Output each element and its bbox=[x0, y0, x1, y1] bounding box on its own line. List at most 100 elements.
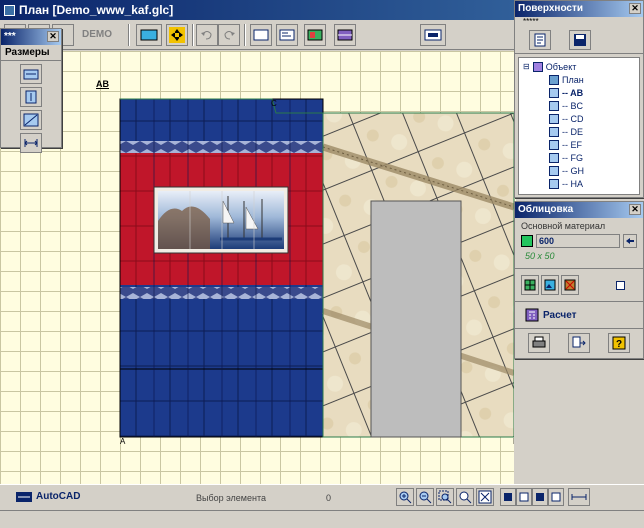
redo-button[interactable] bbox=[218, 24, 240, 46]
texture-icon bbox=[307, 29, 323, 41]
corner-label-c: C bbox=[271, 99, 277, 108]
view-mode-4-button[interactable] bbox=[548, 488, 564, 506]
demo-label: DEMO bbox=[82, 29, 112, 40]
tree-item-de[interactable]: -- DE bbox=[549, 125, 583, 138]
distance-dimension-icon bbox=[24, 139, 38, 147]
facing-panel: Облицовка ✕ Основной материал 600 50 x 5… bbox=[514, 201, 644, 359]
close-icon[interactable]: ✕ bbox=[47, 31, 59, 42]
plan-icon bbox=[549, 74, 559, 85]
view-mode-1-button[interactable] bbox=[500, 488, 516, 506]
blue-red-tile-area[interactable] bbox=[119, 98, 324, 438]
svg-text:?: ? bbox=[616, 339, 622, 350]
move-arrows-icon bbox=[169, 27, 185, 43]
close-icon[interactable]: ✕ bbox=[629, 204, 641, 215]
calc-button[interactable]: Расчет bbox=[515, 302, 643, 329]
sizes-palette-titlebar[interactable]: *** ✕ bbox=[1, 29, 61, 45]
horizontal-size-button[interactable] bbox=[20, 64, 42, 84]
right-empty-area bbox=[514, 360, 644, 484]
measure-icon bbox=[571, 494, 587, 500]
zoom-in-button[interactable] bbox=[396, 488, 414, 506]
grid-icon bbox=[524, 279, 536, 291]
close-icon[interactable]: ✕ bbox=[629, 3, 641, 14]
view-mode-3-button[interactable] bbox=[532, 488, 548, 506]
sizes-palette: *** ✕ Размеры bbox=[0, 28, 62, 153]
wall-elevation-drawing[interactable] bbox=[0, 51, 516, 484]
wall-icon bbox=[549, 126, 559, 137]
material-label: Основной материал bbox=[521, 221, 606, 231]
tree-item-cd[interactable]: -- CD bbox=[549, 112, 584, 125]
tree-item-object[interactable]: ⊟ Объект bbox=[523, 60, 576, 73]
window-title: План [Demo_www_kaf.glc] bbox=[19, 3, 174, 17]
status-count: 0 bbox=[326, 493, 332, 503]
zoom-all-button[interactable] bbox=[456, 488, 474, 506]
window-icon[interactable] bbox=[4, 4, 15, 16]
toolbar-separator bbox=[192, 24, 194, 46]
rectangle-view-button[interactable] bbox=[136, 24, 162, 46]
surfaces-panel-titlebar[interactable]: Поверхности ✕ bbox=[515, 1, 643, 17]
toolbar-separator bbox=[244, 24, 246, 46]
status-message: Выбор элемента bbox=[196, 493, 266, 503]
autocad-export[interactable]: AutoCAD bbox=[16, 491, 80, 502]
layout-remove-button[interactable] bbox=[561, 275, 579, 295]
texture-button[interactable] bbox=[304, 24, 326, 46]
surfaces-tree[interactable]: ⊟ Объект План -- AB -- BC -- CD -- DE --… bbox=[518, 57, 640, 195]
tree-item-fg[interactable]: -- FG bbox=[549, 151, 583, 164]
decor-panel[interactable] bbox=[153, 186, 289, 254]
tree-item-ef[interactable]: -- EF bbox=[549, 138, 582, 151]
wall-icon bbox=[549, 165, 559, 176]
facing-panel-titlebar[interactable]: Облицовка ✕ bbox=[515, 202, 643, 218]
redo-icon bbox=[224, 31, 235, 40]
image-icon bbox=[544, 279, 556, 291]
tile-pattern-button[interactable] bbox=[334, 24, 356, 46]
center-arrows-button[interactable] bbox=[166, 24, 188, 46]
corner-label-a: A bbox=[120, 437, 126, 446]
document-edit-icon bbox=[534, 33, 546, 47]
wall-icon bbox=[549, 178, 559, 189]
tree-item-bc[interactable]: -- BC bbox=[549, 99, 583, 112]
surface-properties-button[interactable] bbox=[529, 30, 551, 50]
sizes-palette-heading: Размеры bbox=[1, 45, 61, 61]
zoom-window-button[interactable] bbox=[436, 488, 454, 506]
wall-view-icon bbox=[253, 29, 269, 41]
vertical-size-button[interactable] bbox=[20, 87, 42, 107]
layout-grid-button[interactable] bbox=[521, 275, 539, 295]
export-icon bbox=[572, 336, 586, 348]
zoom-extents-button[interactable] bbox=[476, 488, 494, 506]
export-button[interactable] bbox=[568, 333, 590, 353]
wall-view-button[interactable] bbox=[250, 24, 272, 46]
help-button[interactable]: ? bbox=[608, 333, 630, 353]
distance-size-button[interactable] bbox=[20, 133, 42, 153]
tree-item-ab[interactable]: -- AB bbox=[549, 86, 583, 99]
layout-image-button[interactable] bbox=[541, 275, 559, 295]
material-select-button[interactable] bbox=[623, 234, 637, 248]
material-size: 50 x 50 bbox=[525, 251, 555, 261]
filled-square-icon bbox=[504, 493, 512, 501]
arrow-left-icon bbox=[626, 238, 634, 244]
diagonal-size-button[interactable] bbox=[20, 110, 42, 130]
option-checkbox[interactable] bbox=[616, 280, 625, 290]
zoom-in-icon bbox=[399, 491, 412, 504]
surface-save-button[interactable] bbox=[569, 30, 591, 50]
status-bar: AutoCAD Выбор элемента 0 bbox=[0, 484, 644, 510]
tree-item-ha[interactable]: -- HA bbox=[549, 177, 583, 190]
plan-canvas[interactable]: AB A C bbox=[0, 51, 516, 484]
bottom-strip bbox=[0, 510, 644, 528]
wall-icon bbox=[549, 152, 559, 163]
wall-edit-button[interactable] bbox=[276, 24, 298, 46]
material-code-field[interactable]: 600 bbox=[536, 234, 620, 248]
undo-button[interactable] bbox=[196, 24, 218, 46]
diagonal-dimension-icon bbox=[23, 113, 39, 127]
measure-button[interactable] bbox=[568, 488, 590, 506]
remove-tile-icon bbox=[564, 279, 576, 291]
tree-item-gh[interactable]: -- GH bbox=[549, 164, 584, 177]
tree-item-plan[interactable]: План bbox=[549, 73, 584, 86]
main-toolbar: DEMO bbox=[0, 20, 514, 50]
print-button[interactable] bbox=[528, 333, 550, 353]
zoom-all-icon bbox=[459, 491, 472, 504]
view-mode-2-button[interactable] bbox=[516, 488, 532, 506]
door-opening[interactable] bbox=[370, 200, 462, 438]
surfaces-stars: ***** bbox=[523, 17, 539, 26]
zoom-out-button[interactable] bbox=[416, 488, 434, 506]
vertical-dimension-icon bbox=[25, 90, 37, 104]
display-settings-button[interactable] bbox=[420, 24, 446, 46]
